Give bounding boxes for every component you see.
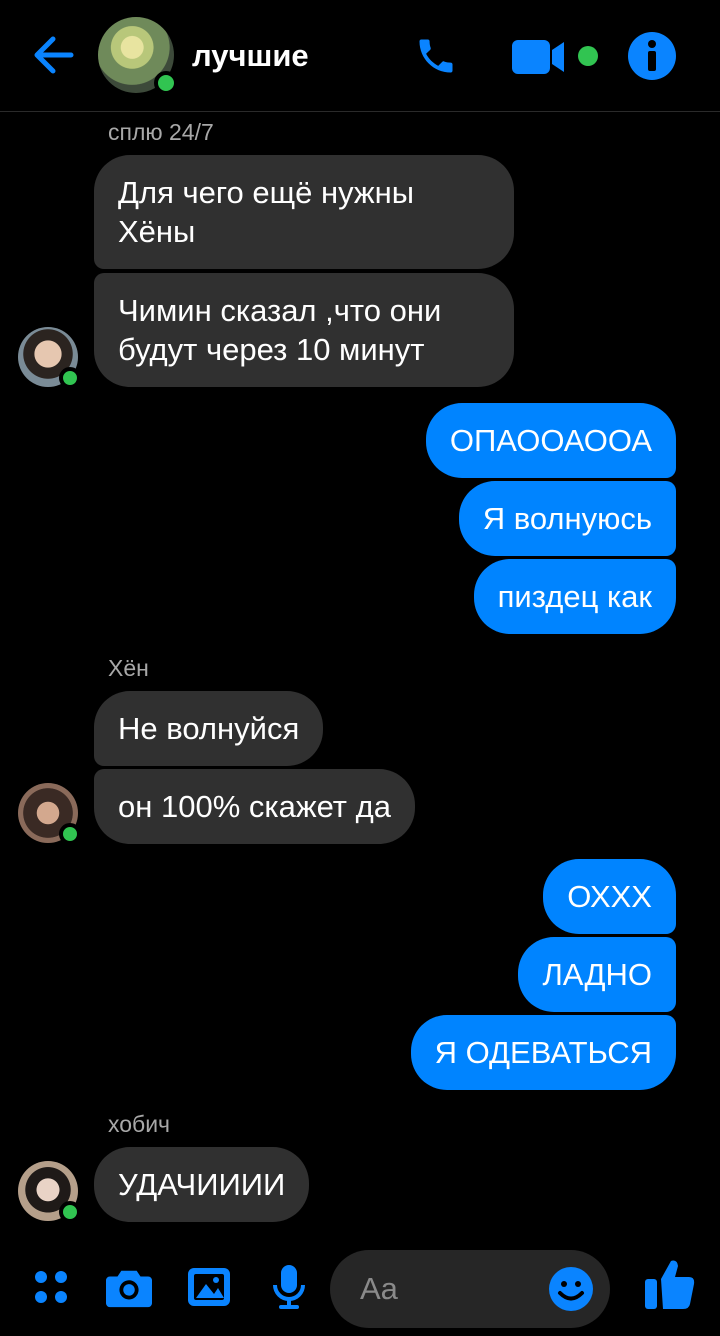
sender-name: Хён: [108, 655, 149, 681]
camera-button[interactable]: [106, 1264, 152, 1310]
message-bubble-incoming[interactable]: Чимин сказал ,что они будут через 10 мин…: [94, 273, 514, 387]
chat-header: лучшие: [0, 0, 720, 112]
menu-dots-icon: [35, 1271, 67, 1303]
gallery-button[interactable]: [186, 1264, 232, 1310]
message-bubble-outgoing[interactable]: Я волнуюсь: [458, 481, 676, 556]
call-button[interactable]: [410, 32, 462, 80]
message-bubble-incoming[interactable]: УДАЧИИИИ: [94, 1147, 310, 1222]
sender-avatar[interactable]: [18, 327, 81, 389]
thumbs-up-icon: [645, 1260, 695, 1309]
emoji-icon[interactable]: [548, 1266, 594, 1312]
message-bubble-incoming[interactable]: Для чего ещё нужны Хёны: [94, 155, 514, 269]
message-bubble-incoming[interactable]: Не волнуйся: [94, 691, 324, 766]
info-button[interactable]: [626, 30, 678, 82]
message-input[interactable]: [360, 1270, 540, 1308]
more-actions-button[interactable]: [28, 1264, 74, 1310]
message-bubble-incoming[interactable]: он 100% скажет да: [94, 769, 415, 844]
online-status-dot: [154, 71, 178, 95]
microphone-icon: [273, 1265, 305, 1309]
sender-avatar[interactable]: [18, 783, 81, 845]
composer-bar: [0, 1240, 720, 1336]
gallery-icon: [188, 1268, 230, 1306]
online-status-dot: [59, 367, 81, 389]
sender-name: сплю 24/7: [108, 119, 214, 145]
video-icon: [512, 40, 598, 74]
message-input-box[interactable]: [330, 1250, 610, 1328]
message-bubble-outgoing[interactable]: ЛАДНО: [518, 937, 676, 1012]
online-status-dot: [59, 1201, 81, 1223]
phone-icon: [419, 39, 453, 73]
message-bubble-outgoing[interactable]: ОХХХ: [543, 859, 676, 934]
message-bubble-outgoing[interactable]: ОПАООАООА: [425, 403, 676, 478]
sender-avatar[interactable]: [18, 1161, 81, 1223]
message-bubble-outgoing[interactable]: Я ОДЕВАТЬСЯ: [410, 1015, 676, 1090]
back-button[interactable]: [28, 28, 78, 82]
group-avatar[interactable]: [98, 17, 178, 95]
video-call-button[interactable]: [508, 32, 602, 80]
voice-message-button[interactable]: [266, 1264, 312, 1310]
info-icon: [628, 32, 676, 80]
message-bubble-outgoing[interactable]: пиздец как: [473, 559, 676, 634]
like-button[interactable]: [642, 1256, 698, 1312]
back-arrow-icon: [34, 36, 74, 74]
chat-title[interactable]: лучшие: [192, 38, 309, 74]
camera-icon: [106, 1270, 152, 1308]
online-status-dot: [59, 823, 81, 845]
sender-name: хобич: [108, 1111, 171, 1137]
message-list[interactable]: сплю 24/7 Для чего ещё нужны Хёны Чимин …: [0, 113, 720, 1233]
